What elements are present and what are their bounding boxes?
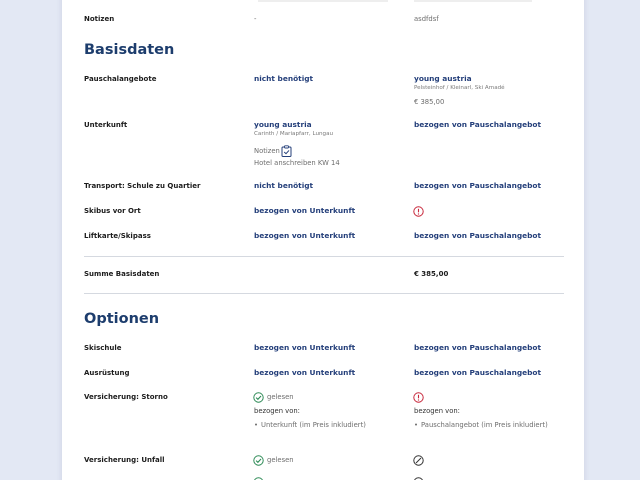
clipboard-check-icon[interactable]	[281, 145, 292, 157]
transport-value-1[interactable]: nicht benötigt	[254, 181, 313, 190]
top-divider	[258, 0, 388, 2]
skischule-value-1[interactable]: bezogen von Unterkunft	[254, 343, 355, 352]
error-circle-icon	[413, 392, 424, 403]
pauschal-offer-link[interactable]: young austria	[414, 74, 472, 83]
check-circle-icon	[253, 455, 264, 466]
unterkunft-link[interactable]: young austria	[254, 120, 312, 129]
ausruestung-value-2[interactable]: bezogen von Pauschalangebot	[414, 368, 541, 377]
storno-status: gelesen	[267, 393, 294, 401]
skibus-value-1[interactable]: bezogen von Unterkunft	[254, 206, 355, 215]
divider	[84, 256, 564, 257]
row-label-pauschal: Pauschalangebote	[84, 75, 157, 83]
unterkunft-value-2[interactable]: bezogen von Pauschalangebot	[414, 120, 541, 129]
pauschal-value-1[interactable]: nicht benötigt	[254, 74, 313, 83]
notizen-value-1: -	[254, 15, 257, 23]
notizen-value-2: asdfdsf	[414, 15, 439, 23]
check-circle-icon	[253, 392, 264, 403]
row-label-notizen: Notizen	[84, 15, 115, 23]
skischule-value-2[interactable]: bezogen von Pauschalangebot	[414, 343, 541, 352]
summe-value: € 385,00	[414, 270, 449, 278]
pauschal-offer-price: € 385,00	[414, 98, 445, 106]
not-applicable-icon	[413, 455, 424, 466]
unfall-status: gelesen	[267, 456, 294, 464]
row-label-unterkunft: Unterkunft	[84, 121, 128, 129]
section-heading-basisdaten: Basisdaten	[84, 42, 175, 58]
row-label-ausruestung: Ausrüstung	[84, 369, 130, 377]
row-label-unfall: Versicherung: Unfall	[84, 456, 165, 464]
lift-value-2[interactable]: bezogen von Pauschalangebot	[414, 231, 541, 240]
divider	[84, 293, 564, 294]
content-card	[62, 0, 584, 480]
ausruestung-value-1[interactable]: bezogen von Unterkunft	[254, 368, 355, 377]
lift-value-1[interactable]: bezogen von Unterkunft	[254, 231, 355, 240]
storno-bezogen-item-2: Pauschalangebot (im Preis inkludiert)	[414, 421, 548, 429]
storno-bezogen-label-1: bezogen von:	[254, 407, 300, 415]
pauschal-offer-location: Pelsteinhof / Kleinarl, Ski Amadé	[414, 85, 505, 91]
row-label-storno: Versicherung: Storno	[84, 393, 168, 401]
row-label-lift: Liftkarte/Skipass	[84, 232, 151, 240]
row-label-skibus: Skibus vor Ort	[84, 207, 141, 215]
row-label-transport: Transport: Schule zu Quartier	[84, 182, 201, 190]
unterkunft-notes-text: Hotel anschreiben KW 14	[254, 159, 340, 167]
error-circle-icon	[413, 206, 424, 217]
transport-value-2[interactable]: bezogen von Pauschalangebot	[414, 181, 541, 190]
storno-bezogen-item-1: Unterkunft (im Preis inkludiert)	[254, 421, 366, 429]
row-label-summe: Summe Basisdaten	[84, 270, 160, 278]
unterkunft-location: Carinth / Mariapfarr, Lungau	[254, 131, 334, 137]
section-heading-optionen: Optionen	[84, 311, 160, 327]
top-divider	[414, 0, 532, 2]
storno-bezogen-label-2: bezogen von:	[414, 407, 460, 415]
unterkunft-notes-label: Notizen	[254, 147, 280, 155]
row-label-skischule: Skischule	[84, 344, 122, 352]
